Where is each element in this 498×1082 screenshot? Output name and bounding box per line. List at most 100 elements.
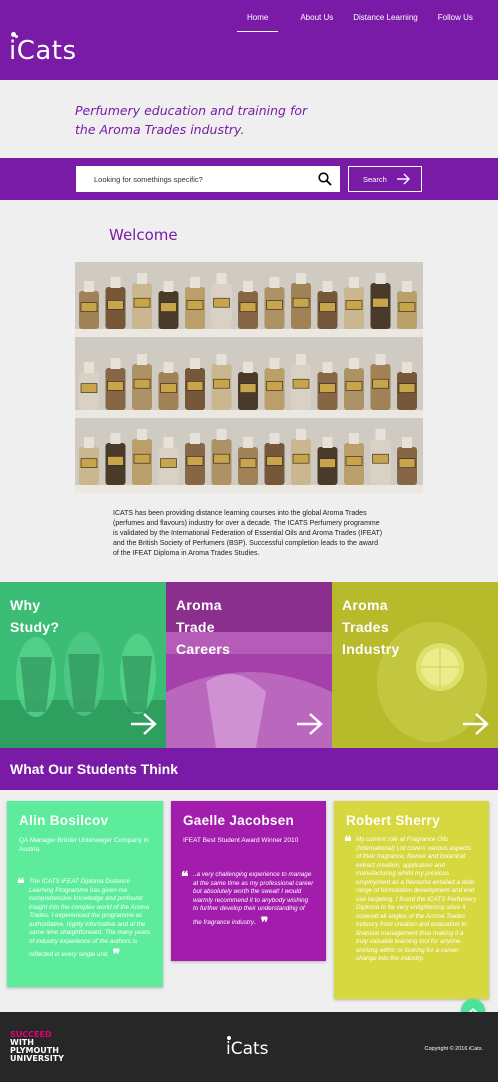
jar-label (160, 302, 177, 312)
footer-logo[interactable]: iCats (226, 1036, 269, 1059)
jar-label (239, 458, 257, 468)
partner-line: UNIVERSITY (10, 1054, 64, 1063)
main-nav: Home About Us Distance Learning Follow U… (237, 12, 483, 32)
jar-label (160, 458, 177, 468)
jar-label (107, 300, 124, 310)
tile-label-line: Why (10, 597, 41, 613)
jar-label (398, 458, 416, 468)
copyright-text: Copyright © 2016 iCats. (424, 1046, 483, 1052)
open-quote-icon: ❝ (344, 833, 352, 849)
tile-label: Why Study? (10, 594, 59, 638)
jar-stopper (163, 437, 174, 448)
jar-stopper (84, 362, 94, 373)
jar-label (398, 383, 416, 393)
student-name: Alin Bosilcov (19, 813, 109, 828)
jar-stopper (190, 433, 200, 444)
jar-label (213, 453, 230, 464)
tile-aroma-trades-industry[interactable]: Aroma Trades Industry (332, 582, 498, 748)
jar-stopper (296, 429, 306, 440)
jar-stopper (137, 273, 147, 284)
jar-label (107, 456, 124, 466)
jar-stopper (110, 277, 121, 288)
logo-text: iCats (9, 36, 77, 66)
jar-label (319, 302, 336, 312)
jar-stopper (190, 358, 200, 369)
tile-label-line: Aroma (176, 597, 222, 613)
jar-stopper (322, 281, 333, 292)
testimonial-card: Robert Sherry ❝ My current role at Fragr… (334, 801, 489, 999)
jar-stopper (269, 433, 280, 444)
jar-stopper (190, 277, 200, 288)
tile-label-line: Trade (176, 619, 215, 635)
tile-label-line: Trades (342, 619, 389, 635)
arrow-right-icon[interactable] (462, 712, 490, 736)
jar-label (133, 453, 151, 464)
student-name: Robert Sherry (346, 813, 440, 828)
nav-distance-learning[interactable]: Distance Learning (343, 12, 427, 32)
arrow-right-icon[interactable] (296, 712, 324, 736)
tile-label-line: Study? (10, 619, 60, 635)
search-icon[interactable] (318, 172, 332, 186)
jar-label (372, 297, 389, 308)
jar-label (133, 378, 151, 389)
jar-label (345, 456, 363, 466)
tile-label-line: Aroma (342, 597, 388, 613)
jar-stopper (216, 273, 227, 284)
jar-label (186, 456, 204, 466)
search-input[interactable] (76, 166, 340, 192)
quote-text: My current role at Fragrance Oils (Inter… (356, 836, 477, 962)
jar-stopper (163, 281, 174, 292)
jar-label (213, 297, 230, 308)
student-name: Gaelle Jacobsen (183, 813, 295, 828)
shelves-illustration (75, 262, 423, 493)
tile-label: Aroma Trades Industry (342, 594, 400, 660)
jar-stopper (163, 362, 174, 373)
jar-label (266, 300, 283, 310)
jar-stopper (110, 358, 121, 369)
search-button[interactable]: Search (348, 166, 422, 192)
logo-dot (15, 35, 18, 38)
close-quote-icon: ❞ (112, 946, 121, 962)
jar-label (80, 458, 98, 468)
tile-why-study[interactable]: Why Study? (0, 582, 166, 748)
student-quote: ❝ My current role at Fragrance Oils (Int… (344, 833, 477, 964)
jar-label (133, 297, 151, 308)
search-button-label: Search (363, 174, 387, 184)
nav-home[interactable]: Home (237, 12, 279, 32)
arrow-right-icon[interactable] (130, 712, 158, 736)
jar-label (319, 383, 336, 393)
jar-label (80, 383, 98, 393)
jar-stopper (110, 433, 121, 444)
jar-stopper (349, 277, 359, 288)
students-heading: What Our Students Think (10, 761, 178, 777)
jar-stopper (216, 354, 227, 365)
jar-label (186, 300, 204, 310)
jar-label (266, 456, 283, 466)
jar-label (107, 381, 124, 391)
open-quote-icon: ❝ (17, 875, 25, 891)
jar-stopper (349, 433, 359, 444)
site-header: iCats Home About Us Distance Learning Fo… (0, 0, 498, 80)
jar-label (372, 378, 389, 389)
jar-stopper (296, 273, 306, 284)
jar-stopper (269, 277, 280, 288)
nav-follow-us[interactable]: Follow Us (428, 12, 483, 32)
tile-aroma-trade-careers[interactable]: Aroma Trade Careers (166, 582, 332, 748)
jar-label (292, 453, 310, 464)
quote-text: ..a very challenging experience to manag… (193, 871, 314, 926)
footer-logo-text: iCats (226, 1039, 269, 1059)
jar-stopper (402, 437, 412, 448)
plymouth-university-logo[interactable]: SUCCEED WITH PLYMOUTH UNIVERSITY (10, 1031, 64, 1063)
jar-label (292, 297, 310, 308)
jar-label (345, 381, 363, 391)
testimonial-card: Alin Bosilcov QA Manager Brüder Unterweg… (7, 801, 163, 987)
jar-label (398, 302, 416, 312)
site-logo[interactable]: iCats (9, 32, 77, 66)
jar-label (213, 378, 230, 389)
jar-label (239, 383, 257, 393)
nav-about-us[interactable]: About Us (290, 12, 343, 32)
jar-stopper (243, 362, 253, 373)
intro-text: ICATS has been providing distance learni… (113, 510, 383, 557)
tile-label-line: Industry (342, 641, 400, 657)
close-quote-icon: ❞ (260, 913, 269, 930)
